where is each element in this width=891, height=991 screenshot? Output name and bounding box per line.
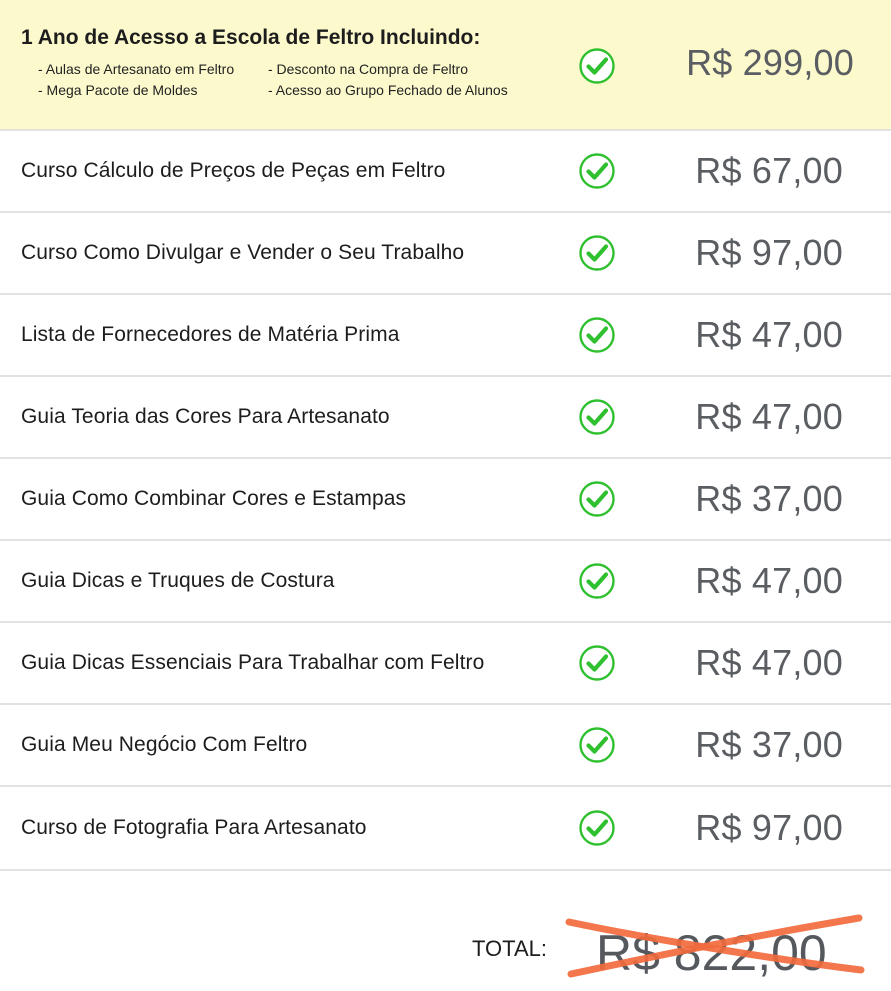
item-row: Guia Dicas Essenciais Para Trabalhar com…: [0, 623, 891, 705]
check-circle-icon: [579, 481, 615, 517]
featured-price: R$ 299,00: [686, 42, 854, 83]
check-circle-icon: [579, 153, 615, 189]
featured-title: 1 Ano de Acesso a Escola de Feltro Inclu…: [21, 26, 481, 49]
item-price: R$ 47,00: [695, 642, 843, 683]
item-row: Guia Meu Negócio Com Feltro R$ 37,00: [0, 705, 891, 787]
item-title: Guia Teoria das Cores Para Artesanato: [21, 405, 390, 428]
item-title: Curso de Fotografia Para Artesanato: [21, 816, 367, 839]
check-circle-icon: [579, 235, 615, 271]
item-row: Guia Teoria das Cores Para Artesanato R$…: [0, 377, 891, 459]
feature-item: - Mega Pacote de Moldes: [38, 82, 198, 98]
check-circle-icon: [579, 563, 615, 599]
feature-item: - Aulas de Artesanato em Feltro: [38, 61, 235, 77]
item-title: Guia Como Combinar Cores e Estampas: [21, 487, 407, 510]
check-circle-icon: [579, 727, 615, 763]
item-row: Guia Como Combinar Cores e Estampas R$ 3…: [0, 459, 891, 541]
item-row: Lista de Fornecedores de Matéria Prima R…: [0, 295, 891, 377]
strikethrough-x-icon: [565, 914, 865, 978]
featured-row: 1 Ano de Acesso a Escola de Feltro Inclu…: [0, 0, 891, 131]
item-row: Curso de Fotografia Para Artesanato R$ 9…: [0, 787, 891, 871]
item-price: R$ 67,00: [695, 150, 843, 191]
check-circle-icon: [579, 317, 615, 353]
item-row: Guia Dicas e Truques de Costura R$ 47,00: [0, 541, 891, 623]
check-circle-icon: [579, 645, 615, 681]
item-price: R$ 97,00: [695, 232, 843, 273]
feature-item: - Desconto na Compra de Feltro: [268, 61, 468, 77]
item-title: Curso Como Divulgar e Vender o Seu Traba…: [21, 241, 465, 264]
item-row: Curso Como Divulgar e Vender o Seu Traba…: [0, 213, 891, 295]
item-title: Curso Cálculo de Preços de Peças em Felt…: [21, 159, 446, 182]
item-title: Lista de Fornecedores de Matéria Prima: [21, 323, 400, 346]
item-price: R$ 47,00: [695, 396, 843, 437]
item-price: R$ 37,00: [695, 478, 843, 519]
total-label: TOTAL:: [472, 936, 547, 961]
total-section: TOTAL: R$ 822,00: [0, 872, 891, 991]
item-title: Guia Dicas e Truques de Costura: [21, 569, 335, 592]
item-price: R$ 47,00: [695, 560, 843, 601]
item-title: Guia Dicas Essenciais Para Trabalhar com…: [21, 651, 485, 674]
item-price: R$ 37,00: [695, 724, 843, 765]
feature-item: - Acesso ao Grupo Fechado de Alunos: [268, 82, 508, 98]
price-table: 1 Ano de Acesso a Escola de Feltro Inclu…: [0, 0, 891, 871]
feature-list: - Aulas de Artesanato em Feltro - Descon…: [38, 61, 538, 98]
item-title: Guia Meu Negócio Com Feltro: [21, 733, 308, 756]
check-circle-icon: [579, 399, 615, 435]
item-price: R$ 97,00: [695, 807, 843, 848]
check-circle-icon: [579, 48, 615, 84]
item-row: Curso Cálculo de Preços de Peças em Felt…: [0, 131, 891, 213]
item-price: R$ 47,00: [695, 314, 843, 355]
check-circle-icon: [579, 810, 615, 846]
